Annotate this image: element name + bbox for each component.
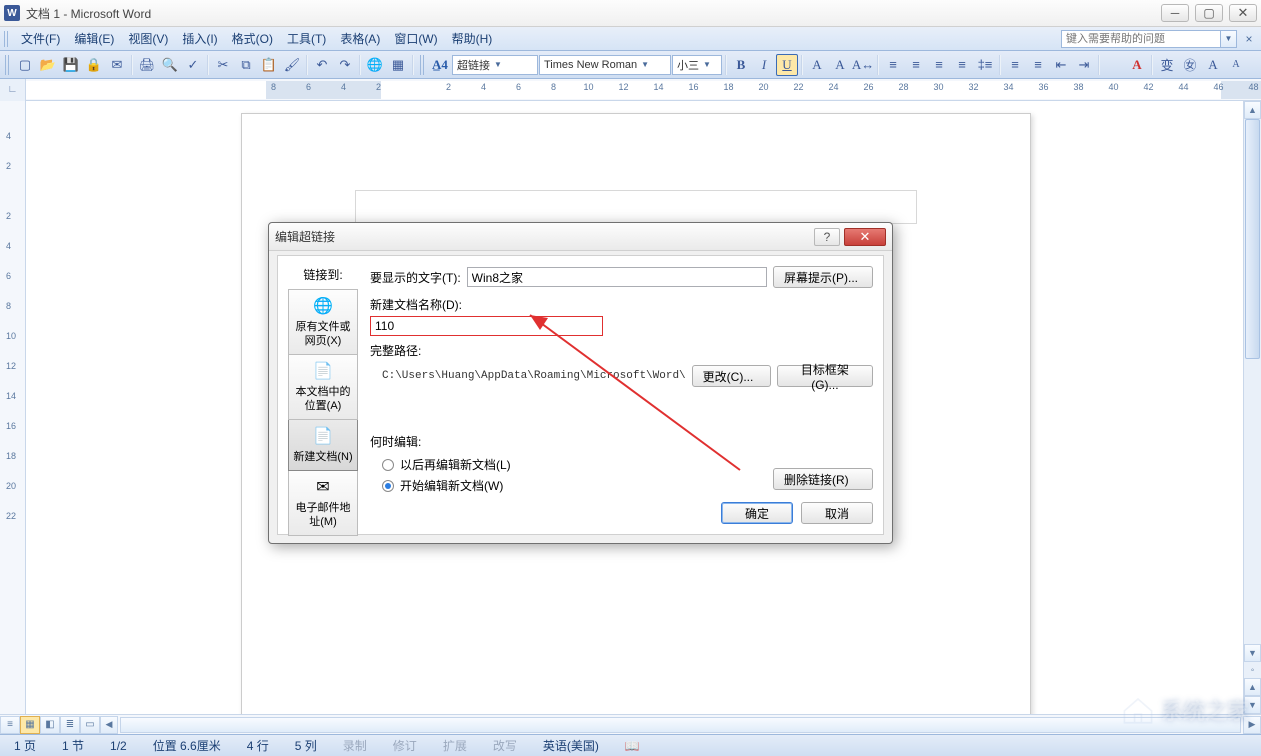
dialog-help-button[interactable]: ? — [814, 228, 840, 246]
linkto-item-label: 本文档中的位置(A) — [291, 385, 355, 413]
radio-label: 以后再编辑新文档(L) — [400, 456, 511, 473]
dialog-titlebar[interactable]: 编辑超链接 ? ✕ — [269, 223, 892, 251]
linkto-item-label: 电子邮件地址(M) — [291, 501, 355, 529]
screentip-button[interactable]: 屏幕提示(P)... — [773, 266, 873, 288]
display-text-label: 要显示的文字(T): — [370, 269, 461, 286]
new-document-icon: 📄 — [309, 426, 337, 448]
linkto-existing-file[interactable]: 🌐 原有文件或网页(X) — [288, 289, 358, 355]
radio-label: 开始编辑新文档(W) — [400, 477, 503, 494]
edit-hyperlink-dialog: 编辑超链接 ? ✕ 链接到: 🌐 原有文件或网页(X) 📄 本文档中的位置(A)… — [268, 222, 893, 544]
newdoc-name-input[interactable] — [370, 316, 603, 336]
linkto-email[interactable]: ✉ 电子邮件地址(M) — [288, 471, 358, 536]
target-frame-button[interactable]: 目标框架(G)... — [777, 365, 873, 387]
linkto-new-document[interactable]: 📄 新建文档(N) — [288, 420, 358, 471]
fullpath-value: C:\Users\Huang\AppData\Roaming\Microsoft… — [370, 370, 686, 382]
linkto-item-label: 原有文件或网页(X) — [291, 320, 355, 348]
mail-icon: ✉ — [309, 477, 337, 499]
linkto-place-in-doc[interactable]: 📄 本文档中的位置(A) — [288, 355, 358, 420]
dialog-title: 编辑超链接 — [275, 228, 335, 245]
change-button[interactable]: 更改(C)... — [692, 365, 771, 387]
radio-icon — [382, 459, 394, 471]
dialog-close-button[interactable]: ✕ — [844, 228, 886, 246]
ok-button[interactable]: 确定 — [721, 502, 793, 524]
when-edit-label: 何时编辑: — [370, 433, 873, 450]
fullpath-label: 完整路径: — [370, 342, 873, 359]
newdoc-name-label: 新建文档名称(D): — [370, 296, 873, 313]
linkto-label: 链接到: — [288, 266, 358, 283]
document-icon: 📄 — [309, 361, 337, 383]
display-text-input[interactable] — [467, 267, 767, 287]
cancel-button[interactable]: 取消 — [801, 502, 873, 524]
radio-icon — [382, 480, 394, 492]
remove-link-button[interactable]: 删除链接(R) — [773, 468, 873, 490]
globe-icon: 🌐 — [309, 296, 337, 318]
linkto-item-label: 新建文档(N) — [293, 450, 352, 464]
